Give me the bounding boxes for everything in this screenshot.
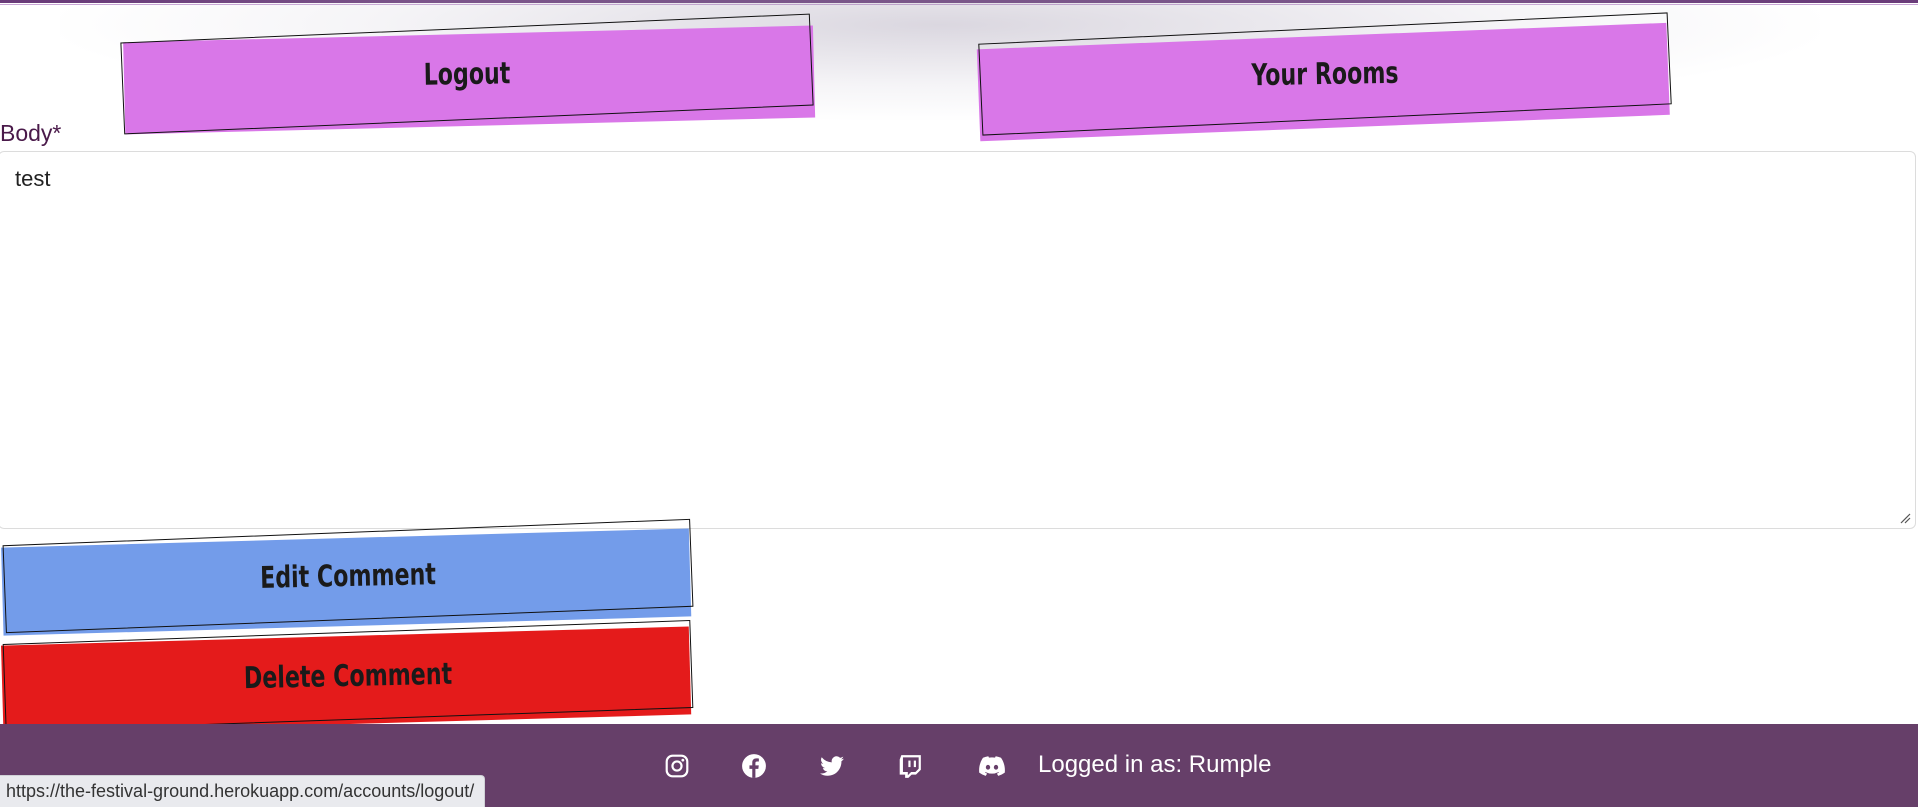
logout-button[interactable]: Logout: [120, 13, 816, 135]
instagram-icon[interactable]: [664, 753, 690, 779]
edit-comment-button-label: Edit Comment: [259, 556, 437, 596]
logout-button-label: Logout: [423, 55, 511, 93]
top-border: [0, 0, 1918, 3]
resize-grip-icon[interactable]: [1899, 512, 1911, 524]
facebook-icon[interactable]: [741, 753, 767, 779]
logged-in-status: Logged in as: Rumple: [1038, 751, 1272, 778]
top-border-accent: [0, 4, 1918, 5]
delete-comment-button-label: Delete Comment: [243, 656, 453, 696]
your-rooms-button[interactable]: Your Rooms: [976, 12, 1672, 142]
discord-icon[interactable]: [977, 753, 1007, 779]
twitch-icon[interactable]: [897, 753, 923, 779]
body-textarea[interactable]: test: [0, 151, 1916, 529]
your-rooms-button-label: Your Rooms: [1251, 55, 1399, 93]
twitter-icon[interactable]: [819, 753, 845, 779]
body-field-label: Body*: [0, 120, 62, 146]
edit-comment-button[interactable]: Edit Comment: [1, 518, 694, 636]
body-textarea-value: test: [15, 166, 51, 191]
delete-comment-button[interactable]: Delete Comment: [1, 620, 694, 734]
status-bar-url: https://the-festival-ground.herokuapp.co…: [0, 775, 486, 807]
